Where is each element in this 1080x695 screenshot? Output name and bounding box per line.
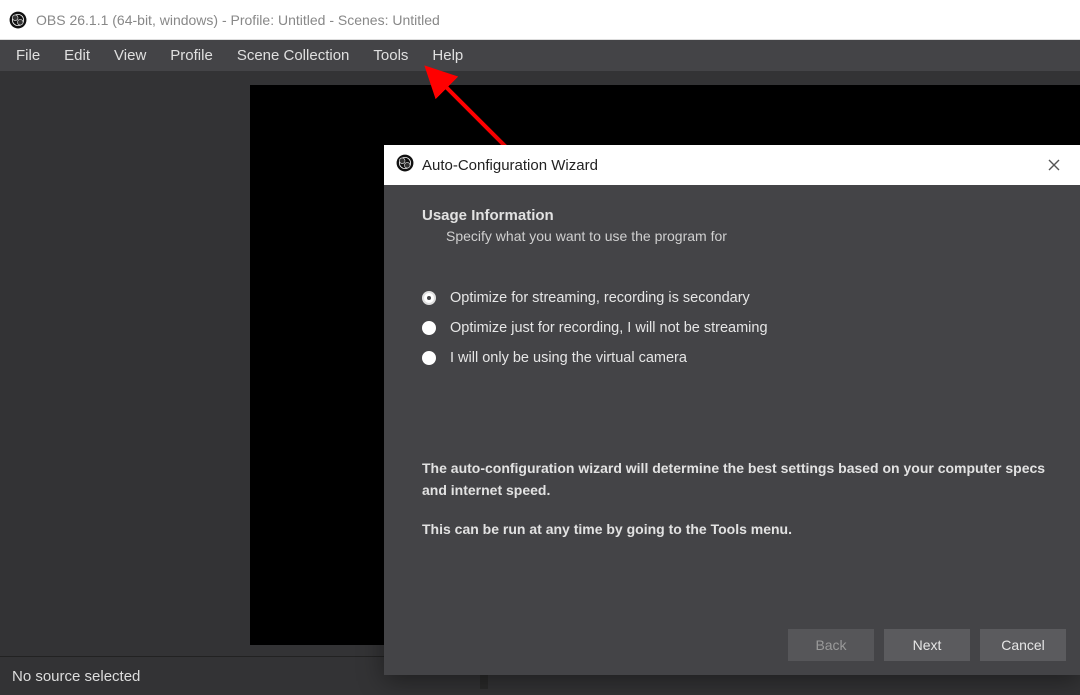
wizard-buttons: Back Next Cancel [384,625,1080,675]
close-icon[interactable] [1040,151,1068,179]
radio-label: Optimize for streaming, recording is sec… [450,290,750,306]
wizard-heading: Usage Information [422,207,1050,224]
next-button[interactable]: Next [884,629,970,661]
cancel-button[interactable]: Cancel [980,629,1066,661]
menu-view[interactable]: View [102,43,158,68]
menu-tools[interactable]: Tools [361,43,420,68]
usage-radio-group: Optimize for streaming, recording is sec… [422,290,1050,366]
obs-logo-icon [396,154,414,176]
wizard-desc-1: The auto-configuration wizard will deter… [422,458,1050,501]
main-area: Auto-Configuration Wizard Usage Informat… [0,71,1080,656]
radio-option-virtual-camera[interactable]: I will only be using the virtual camera [422,350,1050,366]
obs-logo-icon [8,10,28,30]
menu-help[interactable]: Help [420,43,475,68]
auto-config-wizard: Auto-Configuration Wizard Usage Informat… [384,145,1080,675]
wizard-body: Usage Information Specify what you want … [384,185,1080,625]
radio-button-icon [422,351,436,365]
menu-profile[interactable]: Profile [158,43,225,68]
back-button[interactable]: Back [788,629,874,661]
titlebar: OBS 26.1.1 (64-bit, windows) - Profile: … [0,0,1080,40]
window-title: OBS 26.1.1 (64-bit, windows) - Profile: … [36,12,440,28]
radio-option-recording[interactable]: Optimize just for recording, I will not … [422,320,1050,336]
menu-file[interactable]: File [4,43,52,68]
left-empty-pane [0,71,250,656]
wizard-title-text: Auto-Configuration Wizard [422,157,598,174]
radio-label: Optimize just for recording, I will not … [450,320,768,336]
menubar: File Edit View Profile Scene Collection … [0,40,1080,71]
radio-label: I will only be using the virtual camera [450,350,687,366]
menu-edit[interactable]: Edit [52,43,102,68]
wizard-desc-2: This can be run at any time by going to … [422,519,1050,541]
menu-scene-collection[interactable]: Scene Collection [225,43,362,68]
radio-button-icon [422,321,436,335]
status-text: No source selected [12,668,140,685]
radio-button-icon [422,291,436,305]
wizard-subheading: Specify what you want to use the program… [446,228,1050,244]
wizard-titlebar: Auto-Configuration Wizard [384,145,1080,185]
radio-option-streaming[interactable]: Optimize for streaming, recording is sec… [422,290,1050,306]
